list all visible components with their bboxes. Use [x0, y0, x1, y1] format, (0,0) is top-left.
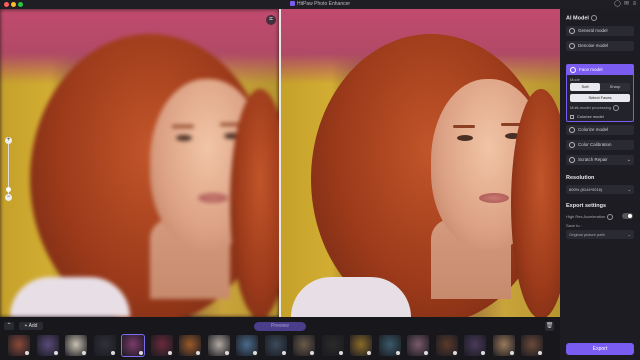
- thumbnail-status-icon: [196, 351, 200, 355]
- select-faces-button[interactable]: Select Faces: [570, 94, 630, 102]
- thumbnail[interactable]: [321, 335, 344, 356]
- export-button[interactable]: Export: [566, 343, 634, 355]
- zoom-in-icon[interactable]: +: [5, 137, 12, 144]
- general-model-icon: [569, 28, 575, 34]
- info-icon[interactable]: [590, 15, 597, 21]
- chevron-down-icon: ⌄: [627, 232, 631, 237]
- preview-button[interactable]: Preview: [254, 322, 306, 331]
- thumbnail[interactable]: [407, 335, 429, 356]
- preview-button-label: Preview: [271, 323, 289, 329]
- export-settings-title: Export settings: [566, 203, 607, 209]
- thumbnail-strip: [8, 334, 556, 357]
- colorize-model-button[interactable]: Colorize model: [566, 125, 634, 135]
- menu-icon[interactable]: ≡: [631, 1, 638, 8]
- trash-icon[interactable]: 🗑: [545, 322, 554, 331]
- thumbnail-status-icon: [281, 351, 286, 355]
- window-title: HitPaw Photo Enhancer: [0, 0, 640, 9]
- zoom-out-icon[interactable]: −: [5, 194, 12, 201]
- feedback-icon[interactable]: ✉: [623, 1, 630, 8]
- thumbnail-status-icon: [253, 351, 257, 355]
- denoise-model-icon: [569, 43, 575, 49]
- resolution-select[interactable]: 800% (8144*9216) ⌄: [566, 185, 634, 194]
- colorize-checkbox[interactable]: [570, 115, 574, 119]
- thumbnail[interactable]: [521, 335, 543, 356]
- thumbnail-status-icon: [424, 351, 428, 355]
- denoise-model-button[interactable]: Denoise model: [566, 41, 634, 51]
- thumbnail-status-icon: [224, 351, 229, 355]
- thumbnail-status-icon: [25, 351, 29, 355]
- thumbnail[interactable]: [293, 335, 315, 356]
- original-image: ⌗ + −: [0, 9, 279, 317]
- thumbnail-status-icon: [167, 351, 172, 355]
- save-to-label: Save to :: [566, 223, 582, 228]
- face-model-panel: Face model Mode Soft Sharp Select Faces …: [566, 64, 634, 122]
- color-calibration-icon: [569, 142, 575, 148]
- app-logo-icon: [289, 1, 295, 7]
- thumbnail[interactable]: [378, 335, 401, 356]
- thumbnail-status-icon: [338, 351, 343, 355]
- add-button-label: Add: [28, 323, 38, 329]
- high-res-accel-label: High Res Acceleration: [566, 214, 614, 220]
- add-button[interactable]: + Add: [19, 322, 43, 330]
- multi-model-info-icon[interactable]: [613, 105, 620, 111]
- color-calibration-button[interactable]: Color Calibration: [566, 140, 634, 150]
- mode-label: Mode: [570, 77, 581, 82]
- thumbnail-status-icon: [452, 351, 457, 355]
- thumbnail-status-icon: [395, 351, 400, 355]
- right-sidebar: AI Model General model Denoise model Fac…: [560, 9, 640, 360]
- mode-toggle: Soft Sharp: [570, 83, 630, 91]
- high-res-accel-toggle[interactable]: [622, 213, 633, 219]
- thumbnail[interactable]: [264, 335, 287, 356]
- thumbnail[interactable]: [8, 335, 30, 356]
- thumbnail[interactable]: [65, 335, 87, 356]
- thumbnail[interactable]: [150, 335, 173, 356]
- mode-soft-button[interactable]: Soft: [570, 83, 600, 91]
- title-bar: HitPaw Photo Enhancer ◯ ✉ ≡: [0, 0, 640, 9]
- thumbnail[interactable]: [435, 335, 458, 356]
- account-icon[interactable]: ◯: [614, 1, 621, 8]
- thumbnail-status-icon: [110, 351, 115, 355]
- scratch-repair-icon: [569, 157, 575, 163]
- thumbnail-status-icon: [139, 351, 143, 355]
- colorize-checkbox-label: Colorize model: [577, 114, 604, 119]
- accel-info-icon[interactable]: [607, 214, 614, 220]
- thumbnail[interactable]: [121, 334, 145, 357]
- thumbnail[interactable]: [93, 335, 116, 356]
- thumbnail-status-icon: [367, 351, 371, 355]
- image-canvas[interactable]: ⌗ + −: [0, 9, 560, 317]
- colorize-model-icon: [569, 127, 575, 133]
- collapse-icon[interactable]: ⌃: [4, 322, 14, 330]
- thumbnail-status-icon: [509, 351, 514, 355]
- thumbnail[interactable]: [492, 335, 515, 356]
- mode-sharp-button[interactable]: Sharp: [600, 83, 630, 91]
- zoom-slider-handle[interactable]: [6, 187, 11, 192]
- bottom-bar: ⌃ + Add Preview 🗑: [0, 317, 560, 360]
- thumbnail[interactable]: [36, 335, 59, 356]
- thumbnail-status-icon: [82, 351, 86, 355]
- thumbnail-status-icon: [310, 351, 314, 355]
- resolution-title: Resolution: [566, 175, 595, 181]
- chevron-down-icon[interactable]: ⌄: [627, 155, 631, 165]
- thumbnail[interactable]: [236, 335, 258, 356]
- face-model-icon: [570, 67, 576, 73]
- chevron-down-icon: ⌄: [627, 187, 631, 192]
- thumbnail-status-icon: [538, 351, 542, 355]
- thumbnail[interactable]: [207, 335, 230, 356]
- scratch-repair-button[interactable]: Scratch Repair ⌄: [566, 155, 634, 165]
- ai-model-title: AI Model: [566, 15, 597, 21]
- enhanced-image: [281, 9, 560, 317]
- face-model-button[interactable]: Face model: [567, 65, 633, 75]
- thumbnail-status-icon: [53, 351, 58, 355]
- thumbnail[interactable]: [179, 335, 201, 356]
- thumbnail[interactable]: [464, 335, 486, 356]
- thumbnail[interactable]: [350, 335, 372, 356]
- save-to-select[interactable]: Original picture path ⌄: [566, 230, 634, 239]
- thumbnail-status-icon: [481, 351, 485, 355]
- general-model-button[interactable]: General model: [566, 26, 634, 36]
- multi-model-label: Multi-model processing: [570, 105, 620, 111]
- crop-icon[interactable]: ⌗: [266, 15, 276, 25]
